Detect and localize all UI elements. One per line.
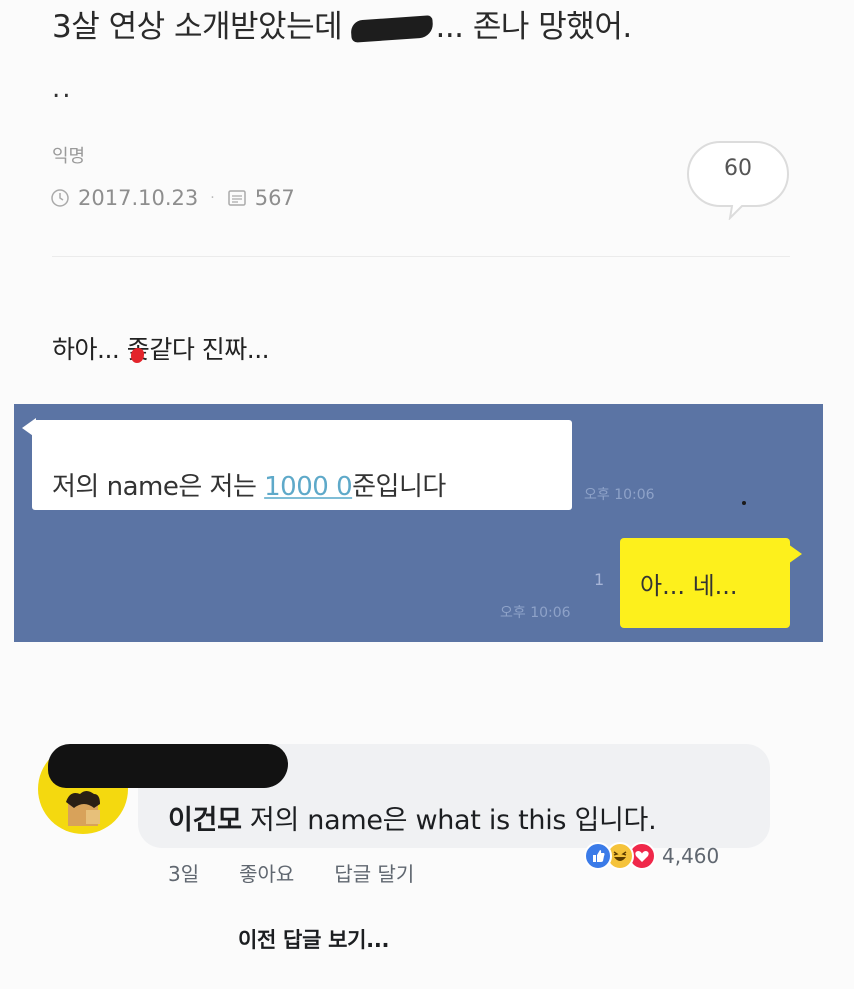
incoming-message-text: 저의 name은 저는 1000 0준입니다 (52, 472, 446, 502)
reaction-count: 4,460 (662, 844, 720, 868)
comment-count: 60 (724, 156, 752, 181)
meta-separator: · (210, 190, 215, 206)
outgoing-message-time: 오후 10:06 (500, 605, 571, 621)
post-author: 익명 (52, 146, 86, 167)
views-icon (227, 188, 247, 208)
post-body: 하아... 좆같다 진짜... (52, 330, 270, 366)
commenter-name[interactable]: 이건모 (168, 805, 242, 836)
read-count: 1 (594, 570, 605, 589)
post-title: 3살 연상 소개받았는데 ... 존나 망했어. (52, 6, 822, 48)
post-title-start: 3살 연상 소개받았는데 (52, 9, 352, 45)
chat-screenshot: 저의 name은 저는 1000 0준입니다 오후 10:06 1 오후 10:… (14, 404, 823, 642)
view-previous-replies-link[interactable]: 이전 답글 보기... (238, 924, 389, 954)
comment-text: 이건모 저의 name은 what is this 입니다. (168, 798, 657, 837)
post-title-dots: .. (52, 74, 73, 104)
outgoing-message-text: 아... 네... (640, 572, 738, 600)
comment-body: 저의 name은 what is this 입니다. (241, 805, 657, 836)
post-body-start: 하아... (52, 335, 127, 364)
clock-icon (50, 188, 70, 208)
censored-word: 좆 (127, 330, 150, 366)
post-title-end: ... 존나 망했어. (435, 9, 632, 45)
divider (52, 256, 790, 257)
redacted-name-mark (48, 744, 288, 788)
redaction-mark (350, 15, 435, 43)
like-button[interactable]: 좋아요 (239, 858, 294, 887)
like-icon (584, 842, 612, 870)
incoming-message-bubble: 저의 name은 저는 1000 0준입니다 (32, 420, 572, 510)
outgoing-message-bubble: 아... 네... (620, 538, 790, 628)
comment-actions: 3일 좋아요 답글 달기 (168, 858, 454, 887)
reaction-summary[interactable]: 4,460 (584, 842, 719, 870)
incoming-message-link[interactable]: 1000 0 (264, 472, 352, 502)
post-views: 567 (254, 186, 295, 210)
dot (742, 501, 746, 505)
post-date: 2017.10.23 (78, 186, 199, 210)
post-meta: 2017.10.23 · 567 (50, 186, 295, 210)
incoming-bubble-tail (22, 418, 36, 438)
comment-count-button[interactable]: 60 (686, 140, 790, 220)
incoming-message-time: 오후 10:06 (584, 487, 655, 503)
comment-age: 3일 (168, 862, 200, 886)
outgoing-bubble-tail (788, 544, 802, 564)
reply-button[interactable]: 답글 달기 (334, 858, 414, 887)
post-page: 3살 연상 소개받았는데 ... 존나 망했어. .. 익명 2017.10.2… (0, 0, 854, 989)
post-body-end: 같다 진짜... (149, 335, 270, 364)
